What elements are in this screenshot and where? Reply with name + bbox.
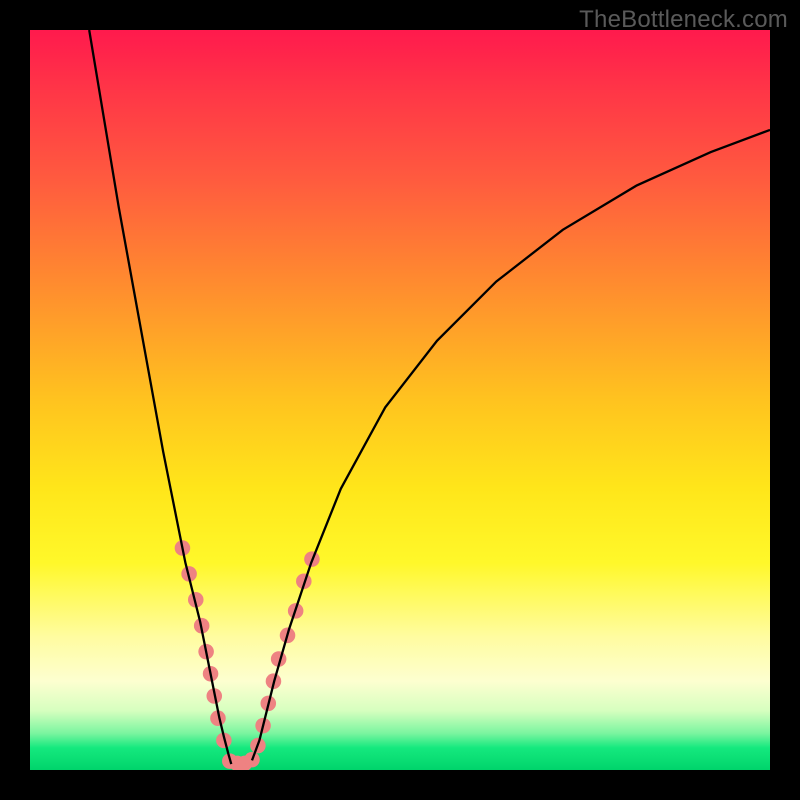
curve-right xyxy=(252,130,770,760)
data-markers xyxy=(175,540,320,770)
watermark-text: TheBottleneck.com xyxy=(579,6,788,34)
chart-area xyxy=(30,30,770,770)
chart-svg xyxy=(30,30,770,770)
